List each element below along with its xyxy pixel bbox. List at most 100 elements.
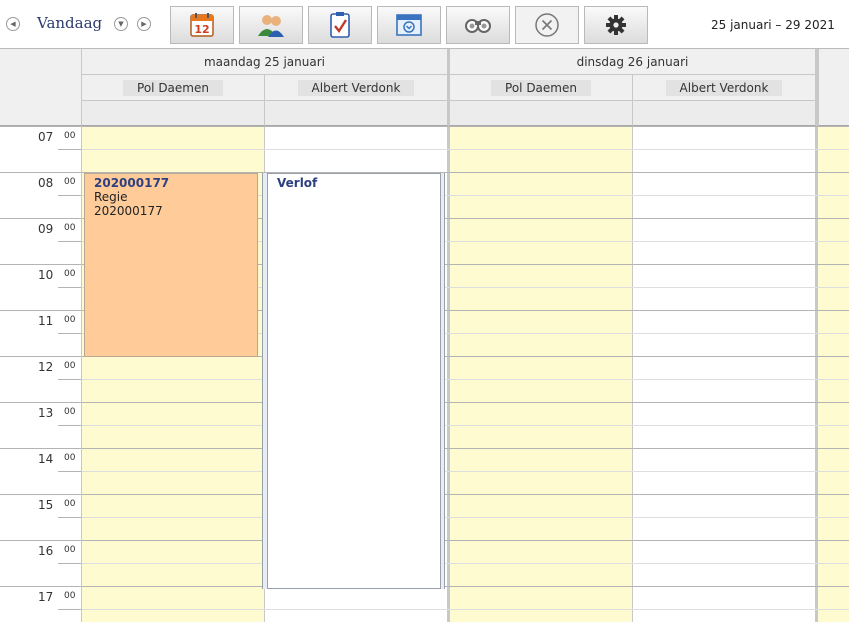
close-circle-icon bbox=[535, 13, 559, 37]
time-separator bbox=[0, 586, 82, 587]
hour-label: 09 bbox=[38, 222, 54, 236]
minute-label: 00 bbox=[64, 591, 76, 601]
users-icon bbox=[258, 15, 284, 37]
hour-label: 17 bbox=[38, 590, 54, 604]
person-header-albert-tue[interactable]: Albert Verdonk bbox=[633, 75, 816, 101]
day-header-tuesday[interactable]: dinsdag 26 januari bbox=[450, 49, 816, 75]
checklist-icon bbox=[330, 12, 350, 38]
hour-label: 10 bbox=[38, 268, 54, 282]
event-title: 202000177 bbox=[94, 176, 170, 190]
week-view-button[interactable] bbox=[377, 6, 441, 44]
person-header-pol-tue[interactable]: Pol Daemen bbox=[450, 75, 633, 101]
day-view-button[interactable]: 12 bbox=[170, 6, 234, 44]
half-hour-tick bbox=[58, 241, 82, 242]
hour-label: 07 bbox=[38, 130, 54, 144]
half-hour-tick bbox=[58, 333, 82, 334]
minute-label: 00 bbox=[64, 269, 76, 279]
day-header-next[interactable] bbox=[818, 49, 849, 126]
minute-label: 00 bbox=[64, 177, 76, 187]
person-header-albert-mon[interactable]: Albert Verdonk bbox=[265, 75, 448, 101]
half-hour-tick bbox=[58, 563, 82, 564]
today-button[interactable]: Vandaag bbox=[37, 14, 102, 32]
minute-label: 00 bbox=[64, 315, 76, 325]
person-header-pol-mon[interactable]: Pol Daemen bbox=[82, 75, 265, 101]
half-hour-tick bbox=[58, 517, 82, 518]
event-verlof[interactable]: Verlof bbox=[267, 173, 441, 589]
allday-cell[interactable] bbox=[450, 101, 633, 126]
time-slot: 13 00 bbox=[0, 402, 82, 448]
allday-cell[interactable] bbox=[633, 101, 816, 126]
hour-line bbox=[82, 540, 849, 541]
chevron-right-icon[interactable]: ▶ bbox=[137, 17, 151, 31]
minute-label: 00 bbox=[64, 407, 76, 417]
time-separator bbox=[0, 126, 82, 127]
hour-line bbox=[82, 448, 849, 449]
time-separator bbox=[0, 448, 82, 449]
person-label: Pol Daemen bbox=[491, 79, 591, 96]
column-albert-tue[interactable] bbox=[633, 126, 816, 622]
grid-corner bbox=[0, 49, 82, 126]
event-line: Regie bbox=[94, 190, 128, 204]
hour-label: 12 bbox=[38, 360, 54, 374]
time-separator bbox=[0, 218, 82, 219]
allday-cell[interactable] bbox=[265, 101, 448, 126]
minute-label: 00 bbox=[64, 545, 76, 555]
half-hour-line bbox=[82, 149, 849, 150]
hour-label: 11 bbox=[38, 314, 54, 328]
time-slot: 16 00 bbox=[0, 540, 82, 586]
half-hour-tick bbox=[58, 471, 82, 472]
time-slot: 14 00 bbox=[0, 448, 82, 494]
time-separator bbox=[0, 356, 82, 357]
minute-label: 00 bbox=[64, 131, 76, 141]
hour-label: 08 bbox=[38, 176, 54, 190]
users-button[interactable] bbox=[239, 6, 303, 44]
half-hour-tick bbox=[58, 287, 82, 288]
close-button[interactable] bbox=[515, 6, 579, 44]
hour-label: 13 bbox=[38, 406, 54, 420]
time-slot: 17 00 bbox=[0, 586, 82, 622]
column-pol-tue[interactable] bbox=[450, 126, 633, 622]
half-hour-tick bbox=[58, 195, 82, 196]
time-slot: 09 00 bbox=[0, 218, 82, 264]
search-button[interactable] bbox=[446, 6, 510, 44]
time-slot: 08 00 bbox=[0, 172, 82, 218]
allday-cell[interactable] bbox=[82, 101, 265, 126]
calendar-day-icon: 12 bbox=[190, 13, 214, 37]
half-hour-line bbox=[82, 379, 849, 380]
hour-line bbox=[82, 402, 849, 403]
time-separator bbox=[0, 540, 82, 541]
date-range-label: 25 januari – 29 2021 bbox=[711, 18, 835, 32]
half-hour-line bbox=[82, 471, 849, 472]
half-hour-line bbox=[82, 517, 849, 518]
chevron-left-icon[interactable]: ◀ bbox=[6, 17, 20, 31]
half-hour-tick bbox=[58, 609, 82, 610]
hour-label: 16 bbox=[38, 544, 54, 558]
calendar-badge: 12 bbox=[194, 23, 209, 36]
calendar-grid: maandag 25 januari Pol Daemen Albert Ver… bbox=[0, 48, 849, 622]
minute-label: 00 bbox=[64, 223, 76, 233]
tasks-button[interactable] bbox=[308, 6, 372, 44]
day-header-monday[interactable]: maandag 25 januari bbox=[82, 49, 448, 75]
gear-icon bbox=[606, 15, 626, 35]
hour-label: 14 bbox=[38, 452, 54, 466]
half-hour-line bbox=[82, 563, 849, 564]
event-shadow bbox=[441, 173, 445, 589]
binoculars-icon bbox=[465, 19, 491, 33]
half-hour-tick bbox=[58, 149, 82, 150]
hour-line bbox=[82, 494, 849, 495]
person-label: Pol Daemen bbox=[123, 79, 223, 96]
time-slot: 12 00 bbox=[0, 356, 82, 402]
person-label: Albert Verdonk bbox=[297, 79, 415, 96]
time-slot: 10 00 bbox=[0, 264, 82, 310]
time-slot: 11 00 bbox=[0, 310, 82, 356]
toolbar: ◀ Vandaag ▼ ▶ 12 25 januari – 29 2021 bbox=[0, 0, 849, 48]
minute-label: 00 bbox=[64, 361, 76, 371]
chevron-down-icon[interactable]: ▼ bbox=[114, 17, 128, 31]
event-line: 202000177 bbox=[94, 204, 163, 218]
time-separator bbox=[0, 494, 82, 495]
settings-button[interactable] bbox=[584, 6, 648, 44]
time-separator bbox=[0, 310, 82, 311]
column-next[interactable] bbox=[818, 126, 849, 622]
event-regie[interactable]: 202000177 Regie 202000177 bbox=[84, 173, 258, 357]
hour-line bbox=[82, 586, 849, 587]
